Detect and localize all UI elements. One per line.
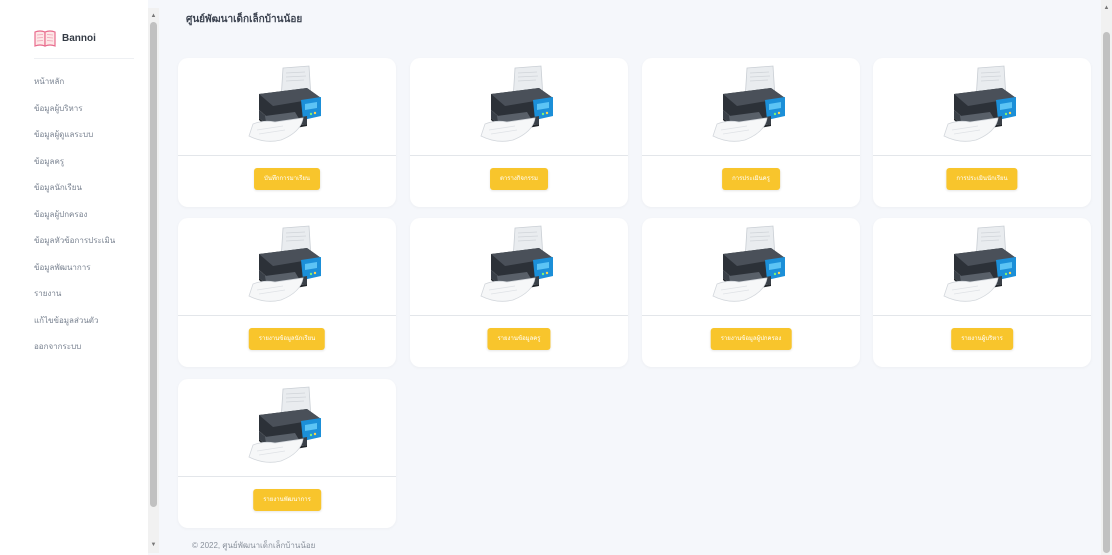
sidebar-item-reports[interactable]: รายงาน xyxy=(34,284,144,311)
card-student-evaluation: การประเมินนักเรียน xyxy=(873,58,1091,207)
attendance-button[interactable]: บันทึกการมาเรียน xyxy=(254,168,320,190)
student-report-button[interactable]: รายงานข้อมูลนักเรียน xyxy=(248,328,326,350)
printer-icon xyxy=(940,64,1024,146)
sidebar-item-students[interactable]: ข้อมูลนักเรียน xyxy=(34,178,144,205)
brand-divider xyxy=(34,58,134,59)
scroll-up-arrow-icon[interactable]: ▲ xyxy=(1101,2,1112,14)
page-title: ศูนย์พัฒนาเด็กเล็กบ้านน้อย xyxy=(186,14,303,25)
card-divider xyxy=(873,155,1091,156)
card-student-report: รายงานข้อมูลนักเรียน xyxy=(178,218,396,367)
printer-icon xyxy=(245,224,329,306)
sidebar-item-executives[interactable]: ข้อมูลผู้บริหาร xyxy=(34,99,144,126)
sidebar-item-home[interactable]: หน้าหลัก xyxy=(34,72,144,99)
page-scroll-thumb[interactable] xyxy=(1103,32,1110,553)
card-divider xyxy=(873,315,1091,316)
card-executive-report: รายงานผู้บริหาร xyxy=(873,218,1091,367)
card-activity-schedule: ตารางกิจกรรม xyxy=(410,58,628,207)
printer-icon xyxy=(709,64,793,146)
footer-copyright: © 2022, ศูนย์พัฒนาเด็กเล็กบ้านน้อย xyxy=(192,541,316,550)
sidebar-item-development[interactable]: ข้อมูลพัฒนาการ xyxy=(34,258,144,285)
sidebar-item-edit-profile[interactable]: แก้ไขข้อมูลส่วนตัว xyxy=(34,311,144,338)
scroll-down-arrow-icon[interactable]: ▼ xyxy=(148,539,159,551)
sidebar: Bannoi หน้าหลัก ข้อมูลผู้บริหาร ข้อมูลผู… xyxy=(0,0,148,555)
teacher-evaluation-button[interactable]: การประเมินครู xyxy=(722,168,780,190)
printer-icon xyxy=(940,224,1024,306)
printer-icon xyxy=(477,64,561,146)
card-divider xyxy=(642,155,860,156)
sidebar-nav: หน้าหลัก ข้อมูลผู้บริหาร ข้อมูลผู้ดูแลระ… xyxy=(34,72,144,364)
page-scrollbar[interactable]: ▲ xyxy=(1101,0,1112,555)
sidebar-item-evaluation-topics[interactable]: ข้อมูลหัวข้อการประเมิน xyxy=(34,231,144,258)
sidebar-scroll-thumb[interactable] xyxy=(150,22,157,507)
scroll-up-arrow-icon[interactable]: ▲ xyxy=(148,10,159,22)
development-report-button[interactable]: รายงานพัฒนาการ xyxy=(253,489,321,511)
card-divider xyxy=(642,315,860,316)
card-parent-report: รายงานข้อมูลผู้ปกครอง xyxy=(642,218,860,367)
printer-icon xyxy=(477,224,561,306)
card-teacher-report: รายงานข้อมูลครู xyxy=(410,218,628,367)
card-divider xyxy=(178,315,396,316)
card-divider xyxy=(410,155,628,156)
card-attendance: บันทึกการมาเรียน xyxy=(178,58,396,207)
card-development-report: รายงานพัฒนาการ xyxy=(178,379,396,528)
student-evaluation-button[interactable]: การประเมินนักเรียน xyxy=(946,168,1018,190)
card-divider xyxy=(410,315,628,316)
sidebar-scrollbar[interactable]: ▲ ▼ xyxy=(148,8,159,553)
activity-schedule-button[interactable]: ตารางกิจกรรม xyxy=(490,168,548,190)
report-card-grid: บันทึกการมาเรียน ตารางกิจกรรม การประเมิน… xyxy=(178,58,1091,530)
brand[interactable]: Bannoi xyxy=(34,28,96,48)
card-divider xyxy=(178,155,396,156)
printer-icon xyxy=(245,64,329,146)
sidebar-item-admins[interactable]: ข้อมูลผู้ดูแลระบบ xyxy=(34,125,144,152)
printer-icon xyxy=(709,224,793,306)
executive-report-button[interactable]: รายงานผู้บริหาร xyxy=(951,328,1013,350)
sidebar-item-teachers[interactable]: ข้อมูลครู xyxy=(34,152,144,179)
sidebar-item-parents[interactable]: ข้อมูลผู้ปกครอง xyxy=(34,205,144,232)
printer-icon xyxy=(245,385,329,467)
card-divider xyxy=(178,476,396,477)
open-book-icon xyxy=(34,30,56,47)
brand-name: Bannoi xyxy=(62,32,96,44)
teacher-report-button[interactable]: รายงานข้อมูลครู xyxy=(487,328,551,350)
sidebar-item-logout[interactable]: ออกจากระบบ xyxy=(34,337,144,364)
parent-report-button[interactable]: รายงานข้อมูลผู้ปกครอง xyxy=(710,328,792,350)
card-teacher-evaluation: การประเมินครู xyxy=(642,58,860,207)
